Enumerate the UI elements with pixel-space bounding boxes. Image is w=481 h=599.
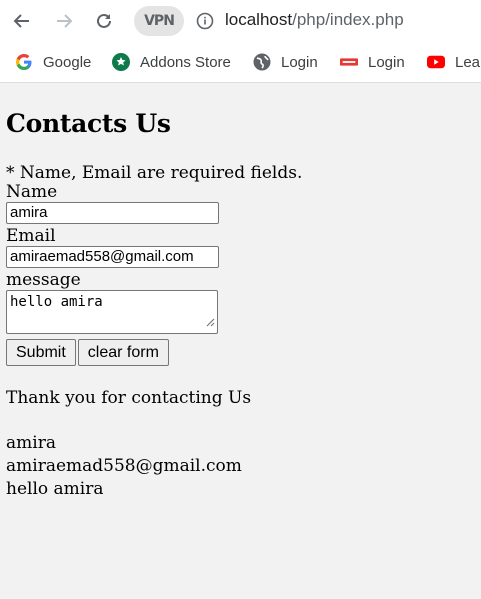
url-host: localhost (225, 10, 293, 29)
message-textarea[interactable]: hello amira (6, 290, 218, 334)
bookmark-google[interactable]: Google (15, 53, 91, 71)
info-icon[interactable] (196, 12, 214, 34)
bookmark-label: Google (43, 53, 92, 71)
output-name: amira (6, 433, 56, 453)
bookmark-label: Login (368, 53, 405, 71)
email-label: Email (6, 226, 56, 246)
google-icon (15, 53, 33, 71)
browser-toolbar: VPN localhost/php/index.php (0, 0, 481, 42)
output-message: hello amira (6, 479, 104, 499)
youtube-icon (427, 53, 445, 71)
address-bar[interactable]: localhost/php/index.php (225, 10, 404, 30)
thank-you-message: Thank you for contacting Us (6, 388, 252, 408)
back-arrow-icon[interactable] (11, 10, 33, 32)
bookmark-label: Addons Store (140, 53, 231, 71)
reload-icon[interactable] (93, 10, 115, 32)
page-title: Contacts Us (6, 109, 171, 138)
vpn-badge[interactable]: VPN (134, 6, 184, 36)
bookmark-label: Login (281, 53, 318, 71)
submitted-output: amira amiraemad558@gmail.com hello amira (6, 432, 475, 501)
message-label: message (6, 270, 81, 290)
page-content: Contacts Us * Name, Email are required f… (0, 109, 481, 501)
output-email: amiraemad558@gmail.com (6, 456, 242, 476)
message-text: hello amira (10, 294, 103, 310)
email-field[interactable]: amiraemad558@gmail.com (6, 246, 219, 268)
bookmark-addons-store[interactable]: Addons Store (112, 53, 231, 71)
login-brand-icon (340, 53, 358, 71)
bookmark-label: Lea (455, 53, 481, 71)
bookmark-login-2[interactable]: Login (340, 53, 405, 71)
submit-button[interactable]: Submit (6, 339, 76, 366)
addons-icon (112, 53, 130, 71)
bookmark-login-1[interactable]: Login (253, 53, 318, 71)
name-label: Name (6, 182, 58, 202)
required-note: * Name, Email are required fields. (6, 163, 303, 183)
globe-icon (253, 53, 271, 71)
resize-handle-icon[interactable] (205, 315, 215, 331)
clear-form-button[interactable]: clear form (77, 339, 169, 366)
url-path: /php/index.php (292, 10, 404, 29)
name-field[interactable]: amira (6, 202, 219, 224)
bookmarks-bar: Google Addons Store Login Login Lea (0, 42, 481, 83)
bookmark-youtube[interactable]: Lea (427, 53, 480, 71)
forward-arrow-icon[interactable] (53, 10, 75, 32)
